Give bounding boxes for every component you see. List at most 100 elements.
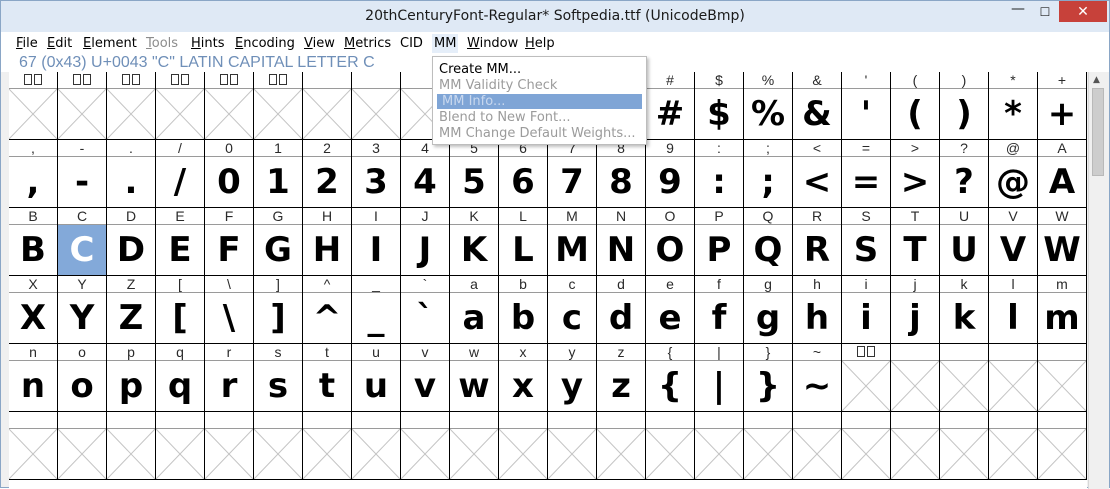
glyph-cell[interactable]: dd [597,276,646,344]
glyph-cell[interactable] [58,72,107,140]
glyph-cell[interactable]: rr [205,344,254,412]
minimize-button[interactable]: — [1005,1,1031,22]
vertical-scrollbar[interactable]: ▲ [1088,72,1109,489]
glyph-cell[interactable]: ss [254,344,303,412]
glyph-cell[interactable]: ` ` [401,276,450,344]
glyph-cell[interactable]: :: [695,140,744,208]
glyph-cell[interactable]: | | [695,344,744,412]
mm-menu-item-3[interactable]: Blend to New Font... [434,110,645,125]
glyph-cell[interactable]: + + [1038,72,1087,140]
glyph-cell[interactable]: {{ [646,344,695,412]
glyph-cell[interactable] [1038,412,1087,480]
maximize-button[interactable]: ☐ [1031,1,1059,22]
glyph-cell[interactable] [940,412,989,480]
glyph-cell[interactable]: nn [9,344,58,412]
glyph-cell[interactable]: mm [1038,276,1087,344]
glyph-cell[interactable] [9,72,58,140]
glyph-cell[interactable]: ZZ [107,276,156,344]
glyph-cell[interactable] [303,72,352,140]
glyph-cell[interactable]: YY [58,276,107,344]
glyph-cell[interactable]: KK [450,208,499,276]
glyph-cell[interactable]: )) [940,72,989,140]
menu-hints[interactable]: Hints [191,36,225,51]
menu-encoding[interactable]: Encoding [235,36,295,51]
glyph-cell[interactable] [940,344,989,412]
glyph-cell[interactable] [254,72,303,140]
glyph-cell[interactable] [9,412,58,480]
glyph-cell[interactable]: zz [597,344,646,412]
glyph-cell[interactable]: (( [891,72,940,140]
glyph-cell[interactable]: kk [940,276,989,344]
glyph-cell[interactable]: jj [891,276,940,344]
glyph-cell[interactable]: 88 [597,140,646,208]
glyph-cell[interactable]: hh [793,276,842,344]
glyph-cell[interactable]: RR [793,208,842,276]
glyph-cell[interactable]: 55 [450,140,499,208]
glyph-cell[interactable]: [[ [156,276,205,344]
glyph-cell[interactable]: 99 [646,140,695,208]
glyph-cell[interactable]: yy [548,344,597,412]
title-bar[interactable]: 20thCenturyFont-Regular* Softpedia.ttf (… [1,1,1109,33]
glyph-cell[interactable]: TT [891,208,940,276]
glyph-cell[interactable]: XX [9,276,58,344]
glyph-cell[interactable]: ww [450,344,499,412]
glyph-cell[interactable]: JJ [401,208,450,276]
menu-help[interactable]: Help [525,36,555,51]
glyph-cell[interactable]: PP [695,208,744,276]
glyph-cell[interactable]: xx [499,344,548,412]
glyph-cell[interactable]: BB [9,208,58,276]
glyph-cell[interactable]: ^ ^ [303,276,352,344]
glyph-cell[interactable]: 66 [499,140,548,208]
glyph-cell[interactable] [1038,344,1087,412]
glyph-cell[interactable] [597,412,646,480]
glyph-cell[interactable]: AA [1038,140,1087,208]
glyph-cell[interactable]: oo [58,344,107,412]
glyph-cell[interactable]: $ $ [695,72,744,140]
glyph-cell[interactable] [989,412,1038,480]
menu-metrics[interactable]: Metrics [344,36,391,51]
glyph-cell[interactable]: NN [597,208,646,276]
glyph-cell[interactable]: ]] [254,276,303,344]
glyph-cell[interactable]: GG [254,208,303,276]
glyph-cell[interactable] [352,412,401,480]
glyph-cell[interactable] [695,412,744,480]
glyph-cell[interactable] [891,412,940,480]
glyph-cell[interactable]: UU [940,208,989,276]
glyph-cell[interactable]: ff [695,276,744,344]
glyph-cell[interactable]: ll [989,276,1038,344]
glyph-cell[interactable]: vv [401,344,450,412]
glyph-cell[interactable]: QQ [744,208,793,276]
glyph-cell[interactable]: > > [891,140,940,208]
glyph-cell[interactable] [303,412,352,480]
glyph-cell[interactable]: OO [646,208,695,276]
glyph-cell[interactable]: < < [793,140,842,208]
glyph-cell[interactable]: VV [989,208,1038,276]
glyph-cell[interactable]: aa [450,276,499,344]
glyph-cell[interactable]: II [352,208,401,276]
glyph-cell[interactable]: -- [58,140,107,208]
glyph-cell[interactable]: %% [744,72,793,140]
glyph-cell[interactable]: SS [842,208,891,276]
glyph-cell[interactable]: 11 [254,140,303,208]
glyph-cell[interactable]: ~ ~ [793,344,842,412]
glyph-cell[interactable] [107,412,156,480]
menu-mm[interactable]: MM [432,34,459,53]
glyph-cell[interactable] [891,344,940,412]
mm-menu-item-0[interactable]: Create MM... [434,62,645,77]
glyph-cell[interactable] [205,412,254,480]
glyph-cell[interactable]: HH [303,208,352,276]
glyph-cell[interactable]: bb [499,276,548,344]
glyph-cell[interactable]: ii [842,276,891,344]
scrollbar-thumb[interactable] [1092,88,1104,176]
glyph-cell[interactable]: / / [156,140,205,208]
close-button[interactable]: ✕ [1059,1,1107,22]
glyph-cell[interactable] [352,72,401,140]
glyph-cell[interactable]: .. [107,140,156,208]
mm-menu-item-4[interactable]: MM Change Default Weights... [434,126,645,141]
glyph-cell[interactable] [254,412,303,480]
glyph-cell[interactable]: = = [842,140,891,208]
glyph-cell[interactable]: DD [107,208,156,276]
glyph-cell[interactable]: 22 [303,140,352,208]
glyph-cell[interactable]: _ _ [352,276,401,344]
glyph-cell[interactable] [842,344,891,412]
